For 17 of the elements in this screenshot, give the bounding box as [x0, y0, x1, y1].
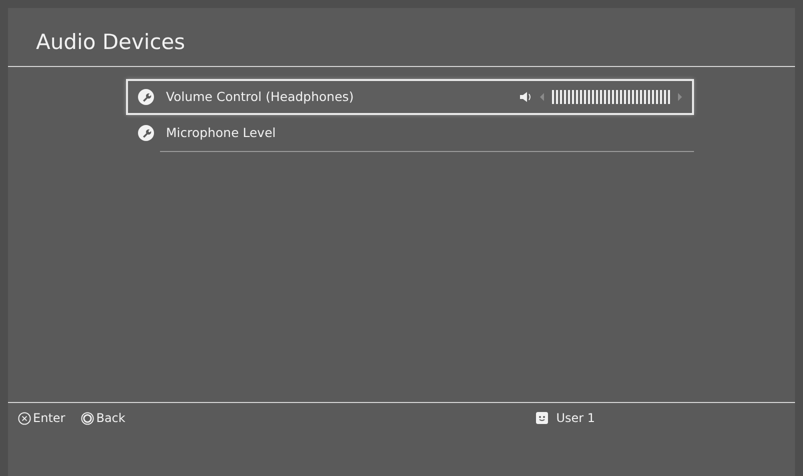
wrench-icon [138, 125, 154, 141]
button-hint: Enter [33, 410, 66, 427]
item-label: Volume Control (Headphones) [166, 88, 354, 106]
wrench-icon [138, 89, 154, 105]
user-face-icon [536, 412, 548, 424]
speaker-icon [520, 92, 532, 102]
menu-item[interactable]: Microphone Level [126, 115, 694, 151]
right-arrow-icon [678, 93, 682, 101]
item-label: Microphone Level [166, 124, 276, 142]
page-title: Audio Devices [35, 29, 186, 56]
left-arrow-icon [540, 93, 544, 101]
circle-button-icon [81, 412, 94, 424]
button-hint: Back [96, 410, 126, 427]
user-name: User 1 [556, 410, 595, 427]
menu-item[interactable]: Volume Control (Headphones) [126, 79, 694, 115]
cross-button-icon [18, 412, 31, 424]
volume-slider[interactable] [552, 90, 670, 104]
